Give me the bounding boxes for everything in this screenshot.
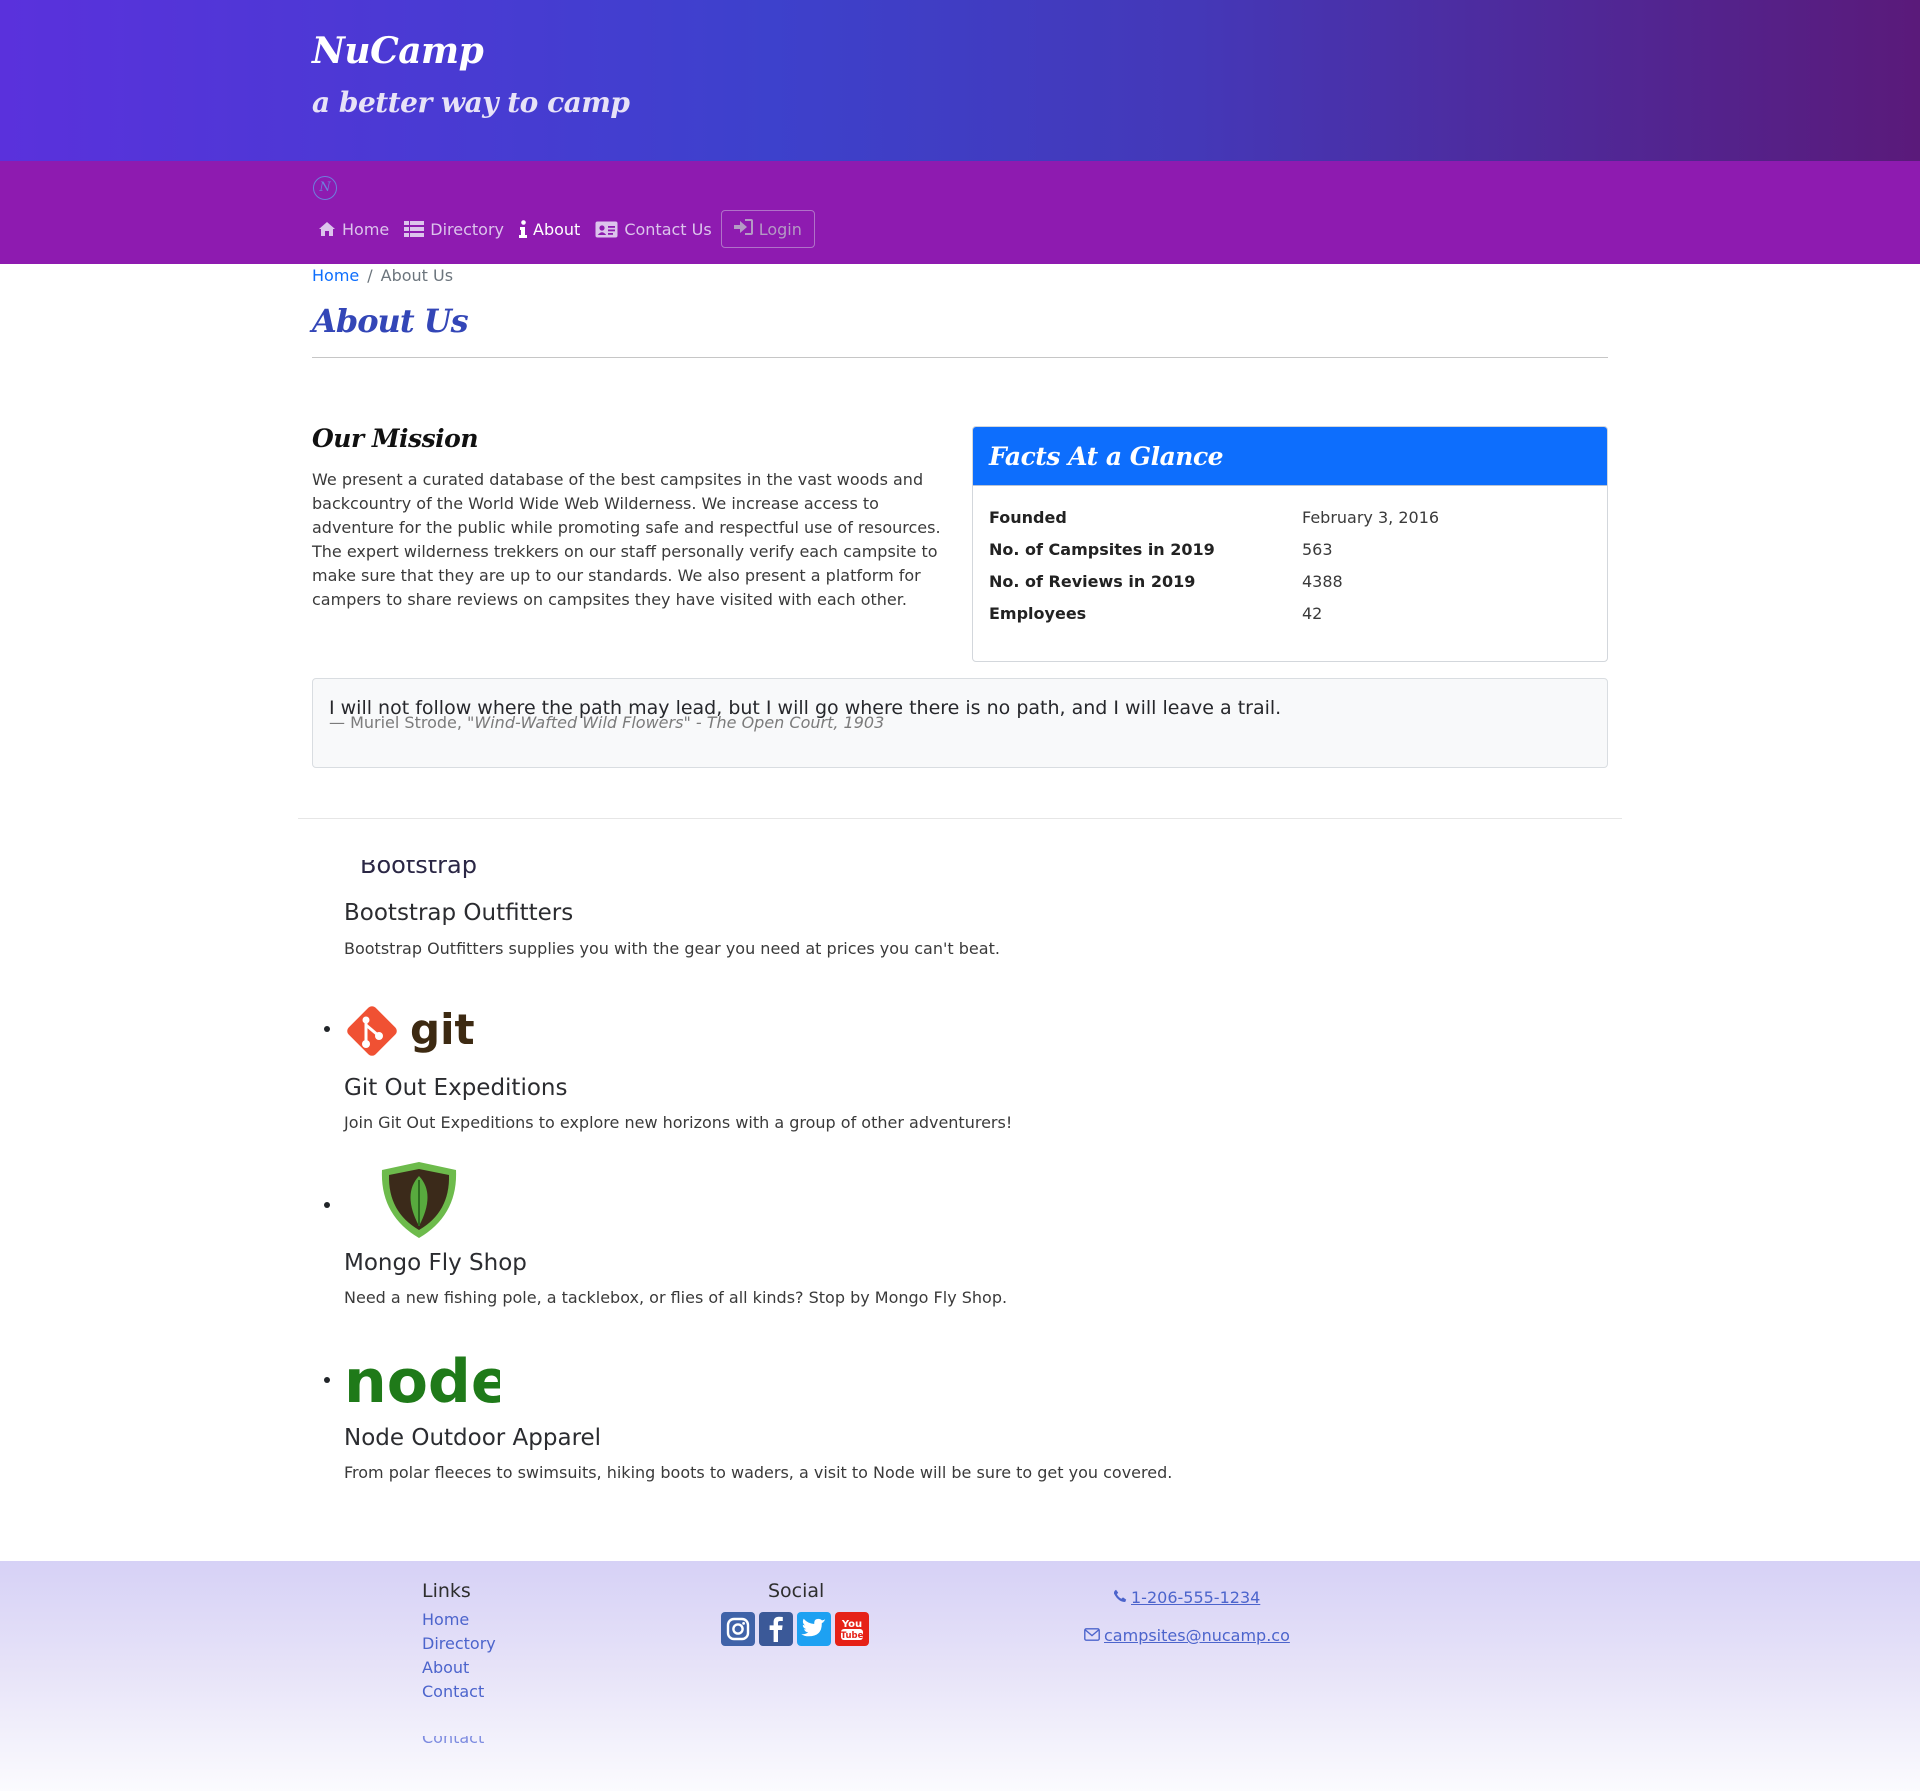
mongo-leaf-logo — [378, 1160, 460, 1245]
partner-name: Bootstrap Outfitters — [344, 900, 574, 926]
svg-text:node: node — [344, 1347, 500, 1410]
list-bullet — [324, 1377, 330, 1383]
nav-item-directory[interactable]: Directory — [404, 220, 504, 239]
phone-icon — [1113, 1588, 1127, 1607]
git-logo: git — [344, 1000, 480, 1065]
list-item: Directory — [422, 1634, 496, 1658]
nav-label-home: Home — [342, 219, 390, 239]
footer-links-title: Links — [422, 1580, 471, 1602]
fact-label: Founded — [989, 507, 1067, 527]
list-item: Contact — [422, 1682, 496, 1706]
footer-link-about[interactable]: About — [422, 1658, 469, 1677]
partner-description: From polar fleeces to swimsuits, hiking … — [344, 1463, 1173, 1482]
node-logo: node — [344, 1344, 512, 1417]
list-bullet — [324, 1026, 330, 1032]
info-icon — [519, 220, 527, 238]
breadcrumb-separator: / — [367, 266, 373, 285]
navbar-logo[interactable]: N — [313, 176, 337, 200]
title-divider — [312, 357, 1608, 358]
nav-label-about: About — [533, 219, 581, 239]
bootstrap-logo: Bootstrap — [360, 860, 477, 879]
fact-row: Employees 42 — [989, 597, 1589, 629]
quote-block: — Muriel Strode, "Wind-Wafted Wild Flowe… — [312, 678, 1608, 768]
footer-link-home[interactable]: Home — [422, 1610, 469, 1629]
partner-description: Join Git Out Expeditions to explore new … — [344, 1113, 1013, 1132]
nav-label-directory: Directory — [430, 219, 504, 239]
nav-menu: Home Directory About Contact Us Login — [318, 210, 815, 248]
facts-card-title: Facts At a Glance — [989, 441, 1224, 471]
sign-in-icon — [733, 219, 753, 239]
youtube-icon[interactable]: You Tube — [835, 1612, 869, 1646]
footer-link-contact-duplicate[interactable]: Contact — [422, 1736, 484, 1746]
quote-text: I will not follow where the path may lea… — [329, 697, 1282, 719]
login-button[interactable]: Login — [720, 210, 815, 248]
brand-title: NuCamp — [312, 30, 484, 72]
nav-item-about[interactable]: About — [519, 220, 580, 239]
partner-name: Node Outdoor Apparel — [344, 1425, 602, 1451]
login-label: Login — [758, 219, 802, 239]
brand-tagline: a better way to camp — [312, 86, 630, 119]
svg-text:git: git — [410, 1005, 475, 1054]
footer-link-directory[interactable]: Directory — [422, 1634, 496, 1653]
facts-list: Founded February 3, 2016 No. of Campsite… — [989, 501, 1589, 629]
footer-social-title: Social — [768, 1580, 825, 1602]
mission-text: We present a curated database of the bes… — [312, 470, 941, 609]
navbar — [0, 161, 1920, 264]
instagram-icon[interactable] — [721, 1612, 755, 1646]
envelope-icon — [1084, 1626, 1100, 1645]
fact-label: No. of Campsites in 2019 — [989, 539, 1215, 559]
fact-value: February 3, 2016 — [1302, 507, 1440, 527]
footer-link-contact[interactable]: Contact — [422, 1682, 484, 1701]
partner-name: Git Out Expeditions — [344, 1075, 568, 1101]
facts-card: Facts At a Glance Founded February 3, 20… — [972, 426, 1608, 662]
mission-title: Our Mission — [312, 424, 479, 453]
twitter-icon[interactable] — [797, 1612, 831, 1646]
section-divider — [298, 818, 1622, 819]
footer-phone: 1-206-555-1234 — [1131, 1588, 1261, 1607]
breadcrumb: Home / About Us — [312, 266, 453, 285]
fact-value: 4388 — [1302, 571, 1343, 591]
list-item: Home — [422, 1610, 496, 1634]
nav-item-contact[interactable]: Contact Us — [595, 219, 712, 239]
footer-email: campsites@nucamp.co — [1104, 1626, 1290, 1645]
header-jumbotron — [0, 0, 1920, 161]
svg-text:You: You — [841, 1619, 862, 1630]
fact-row: No. of Reviews in 2019 4388 — [989, 565, 1589, 597]
facebook-icon[interactable] — [759, 1612, 793, 1646]
fact-label: No. of Reviews in 2019 — [989, 571, 1196, 591]
fact-row: Founded February 3, 2016 — [989, 501, 1589, 533]
home-icon — [318, 221, 336, 237]
partner-name: Mongo Fly Shop — [344, 1250, 527, 1276]
breadcrumb-home-link[interactable]: Home — [312, 266, 359, 285]
address-card-icon — [595, 221, 618, 238]
facts-card-header: Facts At a Glance — [973, 427, 1607, 486]
svg-text:Tube: Tube — [841, 1631, 864, 1641]
list-item: About — [422, 1658, 496, 1682]
nav-label-contact: Contact Us — [624, 219, 712, 239]
partner-description: Need a new fishing pole, a tacklebox, or… — [344, 1288, 1008, 1307]
social-buttons: You Tube — [721, 1612, 869, 1646]
partner-description: Bootstrap Outfitters supplies you with t… — [344, 939, 1000, 958]
fact-row: No. of Campsites in 2019 563 — [989, 533, 1589, 565]
fact-value: 563 — [1302, 539, 1333, 559]
fact-label: Employees — [989, 603, 1087, 623]
breadcrumb-current: About Us — [380, 266, 454, 285]
nav-item-home[interactable]: Home — [318, 220, 389, 239]
fact-value: 42 — [1302, 603, 1323, 623]
page-title: About Us — [312, 302, 469, 340]
list-bullet — [324, 1202, 330, 1208]
footer-email-link[interactable]: campsites@nucamp.co — [1084, 1626, 1290, 1645]
footer — [0, 1561, 1920, 1791]
footer-phone-link[interactable]: 1-206-555-1234 — [1113, 1588, 1260, 1607]
footer-links: Home Directory About Contact — [422, 1610, 496, 1706]
list-icon — [404, 221, 425, 237]
